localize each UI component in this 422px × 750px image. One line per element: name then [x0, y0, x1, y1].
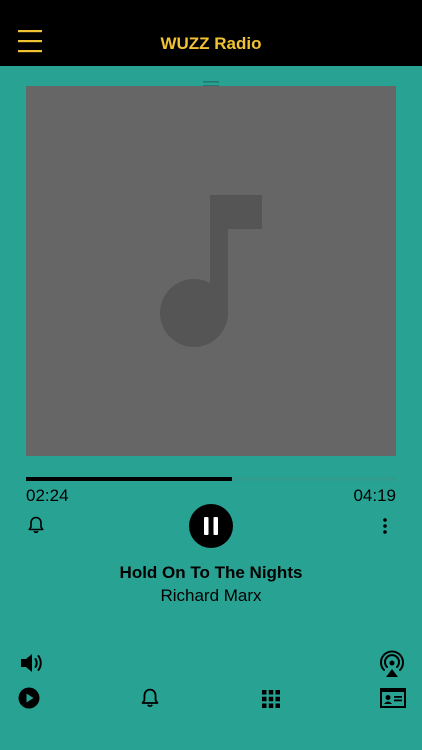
airplay-icon[interactable]: [378, 650, 406, 683]
grid-icon[interactable]: [262, 690, 280, 713]
pause-button[interactable]: [189, 504, 233, 548]
volume-icon[interactable]: [19, 651, 45, 680]
total-time: 04:19: [353, 486, 396, 505]
progress-bar[interactable]: [26, 477, 396, 481]
contact-card-icon[interactable]: [380, 688, 406, 713]
drag-handle-icon[interactable]: [203, 74, 219, 87]
pause-icon: [204, 517, 218, 535]
progress-fill: [26, 477, 233, 481]
bell-nav-icon[interactable]: [141, 688, 159, 713]
bell-icon[interactable]: [28, 516, 44, 539]
play-circle-icon[interactable]: [18, 687, 40, 714]
app-header: WUZZ Radio: [0, 0, 422, 66]
song-artist: Richard Marx: [160, 586, 262, 605]
elapsed-time: 02:24: [26, 486, 69, 505]
music-note-icon: [160, 195, 262, 347]
song-title: Hold On To The Nights: [119, 563, 303, 582]
more-vertical-icon[interactable]: [380, 517, 390, 540]
app-title: WUZZ Radio: [160, 34, 262, 53]
album-artwork: [26, 86, 396, 456]
